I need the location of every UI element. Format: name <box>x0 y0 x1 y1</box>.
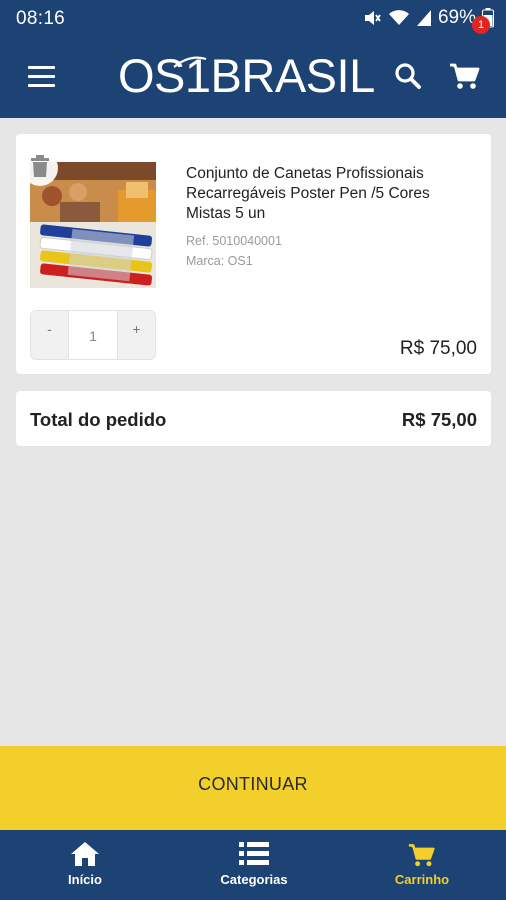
app-header: OS1BRASIL 1 <box>0 16 506 118</box>
logo-text: OS1BRASIL <box>118 49 375 102</box>
continue-button[interactable]: CONTINUAR <box>0 746 506 830</box>
order-total-label: Total do pedido <box>30 409 167 430</box>
quantity-stepper: - 1 + <box>30 310 156 360</box>
mute-icon <box>362 8 382 28</box>
order-total-value: R$ 75,00 <box>401 409 477 430</box>
nav-label-carrinho: Carrinho <box>394 872 450 887</box>
nav-item-categorias[interactable]: Categorias <box>189 830 319 900</box>
nav-label-categorias: Categorias <box>220 872 288 887</box>
status-time: 08:16 <box>16 8 66 29</box>
product-title[interactable]: Conjunto de Canetas Profissionais Recarr… <box>186 164 476 224</box>
search-icon[interactable] <box>392 60 424 92</box>
product-brand: Marca: OS1 <box>186 254 253 268</box>
bottom-nav: Início Categorias Carrinho <box>0 830 506 900</box>
increment-button[interactable]: + <box>118 311 155 359</box>
logo-swoosh-icon <box>173 56 207 68</box>
list-icon <box>239 841 269 870</box>
nav-label-inicio: Início <box>68 872 102 887</box>
cart-count-badge: 1 <box>472 16 490 34</box>
decrement-button[interactable]: - <box>31 311 68 359</box>
hamburger-menu-icon[interactable] <box>28 64 56 90</box>
nav-item-inicio[interactable]: Início <box>20 830 150 900</box>
cart-icon <box>407 841 437 874</box>
home-icon <box>70 841 100 872</box>
status-bar: 08:16 69% <box>0 0 506 38</box>
item-price: R$ 75,00 <box>399 338 477 359</box>
product-ref: Ref. 5010040001 <box>186 234 282 248</box>
remove-item-button[interactable] <box>22 150 58 186</box>
trash-icon <box>30 154 50 182</box>
battery-level: 69% <box>437 7 476 28</box>
cart-icon[interactable] <box>448 60 482 92</box>
signal-icon <box>416 9 432 27</box>
nav-item-carrinho[interactable]: Carrinho <box>357 830 487 900</box>
brand-logo[interactable]: OS1BRASIL <box>118 46 375 106</box>
quantity-field[interactable]: 1 <box>68 311 118 359</box>
wifi-icon <box>388 9 410 27</box>
